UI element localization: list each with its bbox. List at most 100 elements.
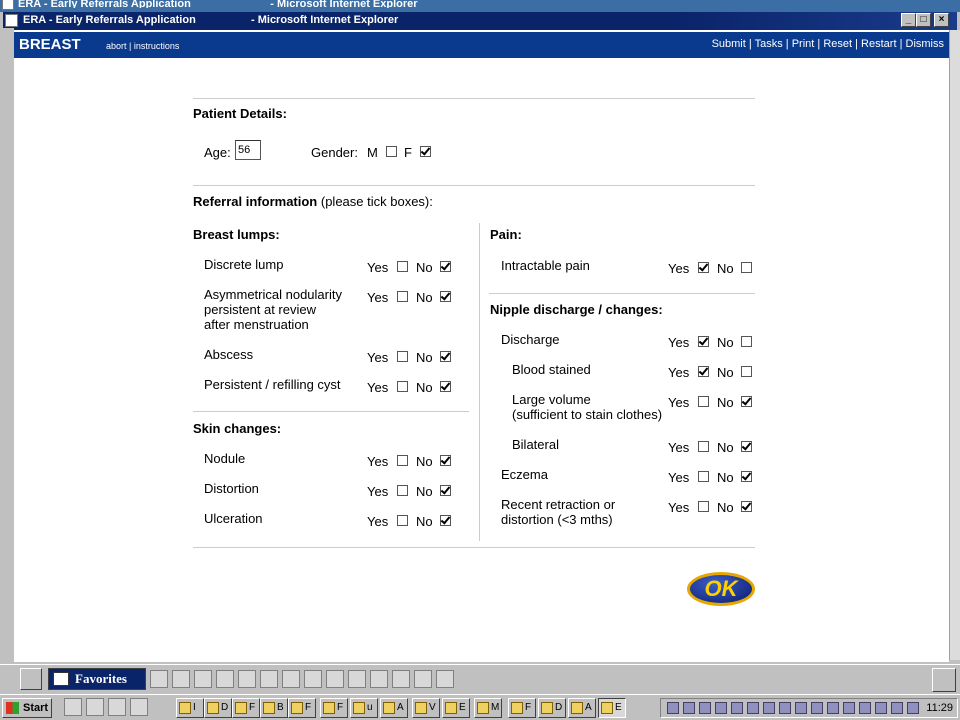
printer-icon[interactable] <box>348 670 366 688</box>
app-icon[interactable] <box>436 670 454 688</box>
yes-checkbox[interactable] <box>397 485 408 496</box>
home-icon[interactable] <box>150 670 168 688</box>
computer-icon[interactable] <box>172 670 190 688</box>
desktop-icon[interactable] <box>20 668 42 690</box>
tray-icon[interactable] <box>843 702 855 714</box>
no-checkbox[interactable] <box>741 441 752 452</box>
yes-checkbox[interactable] <box>397 261 408 272</box>
yes-checkbox[interactable] <box>698 396 709 407</box>
tray-icon[interactable] <box>667 702 679 714</box>
no-checkbox[interactable] <box>440 381 451 392</box>
yes-checkbox[interactable] <box>698 471 709 482</box>
age-input[interactable] <box>235 140 261 160</box>
maximize-button[interactable]: □ <box>916 13 931 27</box>
taskbar-window-button[interactable]: I <box>176 698 204 718</box>
no-checkbox[interactable] <box>741 501 752 512</box>
tray-icon[interactable] <box>907 702 919 714</box>
yes-checkbox[interactable] <box>698 366 709 377</box>
yes-checkbox[interactable] <box>698 336 709 347</box>
folder-icon[interactable] <box>194 670 212 688</box>
dismiss-link[interactable]: Dismiss <box>906 38 945 50</box>
no-checkbox[interactable] <box>440 351 451 362</box>
tray-icon[interactable] <box>747 702 759 714</box>
ie-icon[interactable] <box>392 670 410 688</box>
desktop-icon[interactable] <box>932 668 956 692</box>
quicklaunch-icon[interactable] <box>64 698 82 716</box>
taskbar-window-button[interactable]: F <box>288 698 316 718</box>
yes-checkbox[interactable] <box>397 351 408 362</box>
restart-link[interactable]: Restart <box>861 38 896 50</box>
taskbar-window-button[interactable]: A <box>380 698 408 718</box>
yes-checkbox[interactable] <box>397 455 408 466</box>
taskbar-window-button[interactable]: V <box>412 698 440 718</box>
window-titlebar[interactable]: ERA - Early Referrals Application - Micr… <box>0 0 960 30</box>
tray-icon[interactable] <box>811 702 823 714</box>
tray-icon[interactable] <box>891 702 903 714</box>
tray-icon[interactable] <box>859 702 871 714</box>
app-icon[interactable] <box>414 670 432 688</box>
abort-link[interactable]: abort <box>106 41 127 51</box>
app-icon[interactable] <box>282 670 300 688</box>
favorites-button[interactable]: Favorites <box>48 668 146 690</box>
taskbar-window-button[interactable]: F <box>232 698 260 718</box>
yes-checkbox[interactable] <box>397 381 408 392</box>
tray-icon[interactable] <box>715 702 727 714</box>
taskbar-window-button[interactable]: F <box>508 698 536 718</box>
no-checkbox[interactable] <box>741 396 752 407</box>
taskbar-window-button[interactable]: B <box>260 698 288 718</box>
instructions-link[interactable]: instructions <box>134 41 180 51</box>
tray-icon[interactable] <box>875 702 887 714</box>
submit-link[interactable]: Submit <box>712 38 746 50</box>
gender-f-checkbox[interactable] <box>420 146 431 157</box>
app-icon[interactable] <box>130 698 148 716</box>
ok-button[interactable]: OK <box>687 572 755 606</box>
gender-m-checkbox[interactable] <box>386 146 397 157</box>
folder-icon[interactable] <box>238 670 256 688</box>
reset-link[interactable]: Reset <box>823 38 852 50</box>
taskbar-window-button[interactable]: u <box>350 698 378 718</box>
print-link[interactable]: Print <box>792 38 815 50</box>
clock[interactable]: 11:29 <box>926 702 953 714</box>
taskbar-window-button[interactable]: F <box>320 698 348 718</box>
no-checkbox[interactable] <box>440 515 451 526</box>
item-label-line: Distortion <box>204 481 259 496</box>
yes-checkbox[interactable] <box>698 441 709 452</box>
taskbar-window-button[interactable]: E <box>442 698 470 718</box>
taskbar-window-button[interactable]: M <box>474 698 502 718</box>
tray-icon[interactable] <box>683 702 695 714</box>
taskbar-window-button[interactable]: E <box>598 698 626 718</box>
folder-icon[interactable] <box>216 670 234 688</box>
no-checkbox[interactable] <box>741 366 752 377</box>
close-button[interactable]: × <box>934 13 949 27</box>
tray-icon[interactable] <box>795 702 807 714</box>
no-checkbox[interactable] <box>741 471 752 482</box>
no-checkbox[interactable] <box>440 261 451 272</box>
no-checkbox[interactable] <box>741 262 752 273</box>
tray-icon[interactable] <box>699 702 711 714</box>
taskbar-window-button[interactable]: A <box>568 698 596 718</box>
tray-icon[interactable] <box>763 702 775 714</box>
yes-checkbox[interactable] <box>698 501 709 512</box>
outlook-icon[interactable] <box>108 698 126 716</box>
start-button[interactable]: Start <box>2 698 52 718</box>
taskbar-window-button[interactable]: D <box>538 698 566 718</box>
no-checkbox[interactable] <box>440 485 451 496</box>
ie-icon[interactable] <box>86 698 104 716</box>
yes-checkbox[interactable] <box>397 515 408 526</box>
yes-checkbox[interactable] <box>397 291 408 302</box>
tray-icon[interactable] <box>779 702 791 714</box>
tasks-link[interactable]: Tasks <box>755 38 783 50</box>
yes-checkbox[interactable] <box>698 262 709 273</box>
no-checkbox[interactable] <box>440 291 451 302</box>
minimize-button[interactable]: _ <box>901 13 916 27</box>
taskbar-window-button[interactable]: D <box>204 698 232 718</box>
network-icon[interactable] <box>326 670 344 688</box>
no-checkbox[interactable] <box>741 336 752 347</box>
vertical-scrollbar[interactable] <box>949 30 960 660</box>
app-icon[interactable] <box>260 670 278 688</box>
tray-icon[interactable] <box>827 702 839 714</box>
tray-icon[interactable] <box>731 702 743 714</box>
tree-icon[interactable] <box>304 670 322 688</box>
no-checkbox[interactable] <box>440 455 451 466</box>
tools-icon[interactable] <box>370 670 388 688</box>
